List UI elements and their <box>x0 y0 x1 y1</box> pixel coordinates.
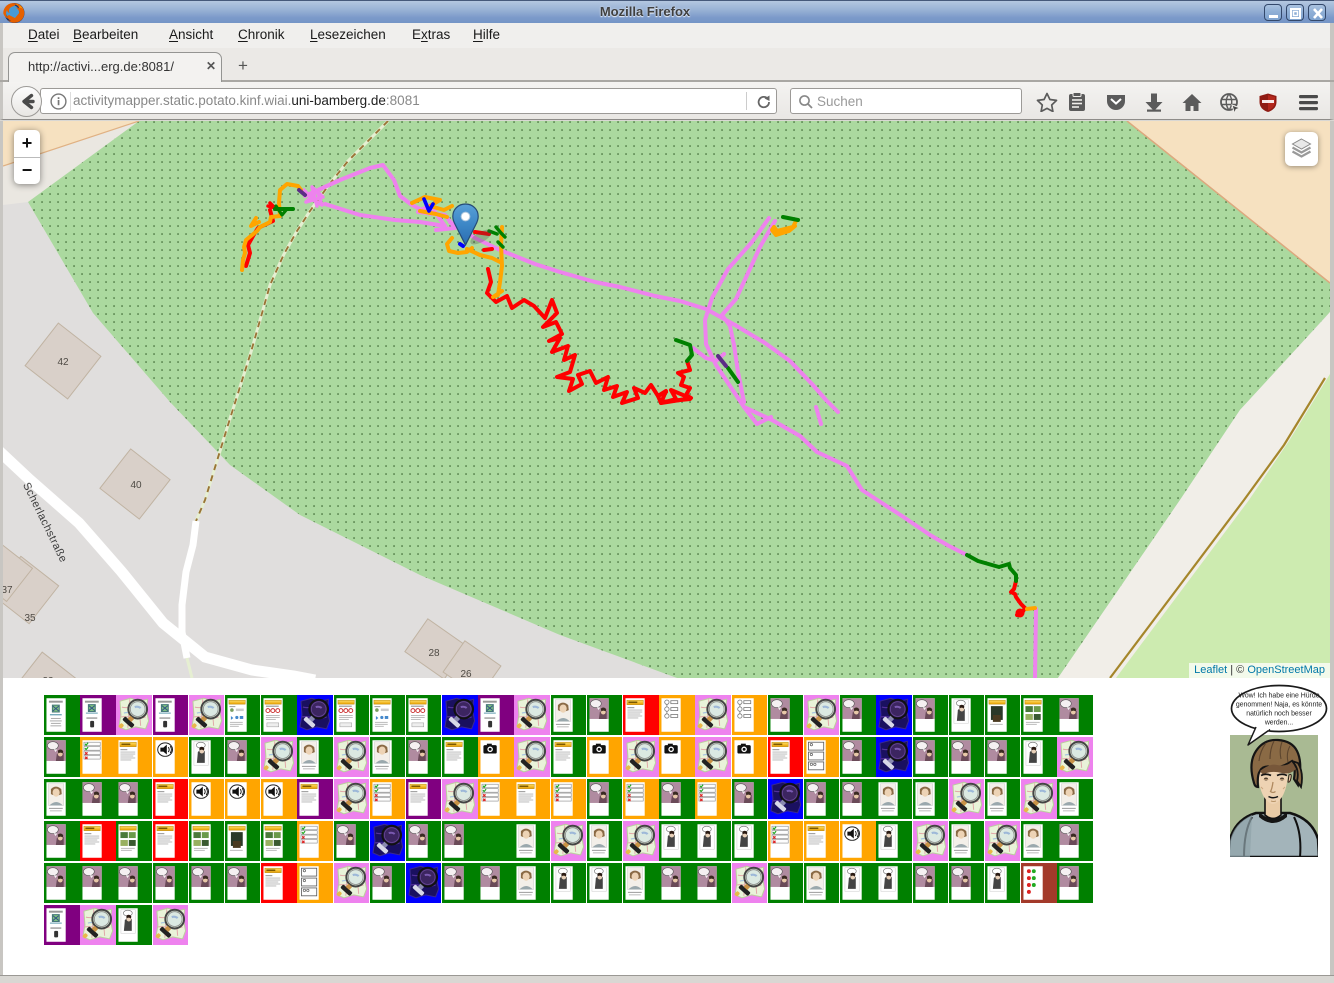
svg-text:26: 26 <box>460 669 472 678</box>
svg-text:33: 33 <box>42 676 54 678</box>
svg-text:natürlich noch besser: natürlich noch besser <box>1246 711 1312 718</box>
svg-text:Wow! Ich habe eine Hürde: Wow! Ich habe eine Hürde <box>1238 693 1319 700</box>
svg-text:genommen! Naja, es könnte: genommen! Naja, es könnte <box>1236 702 1322 709</box>
svg-text:28: 28 <box>428 648 440 659</box>
svg-text:35: 35 <box>24 613 36 624</box>
svg-text:werden...: werden... <box>1264 720 1293 727</box>
svg-text:40: 40 <box>130 480 142 491</box>
svg-text:42: 42 <box>57 357 69 368</box>
svg-text:37: 37 <box>3 585 13 596</box>
